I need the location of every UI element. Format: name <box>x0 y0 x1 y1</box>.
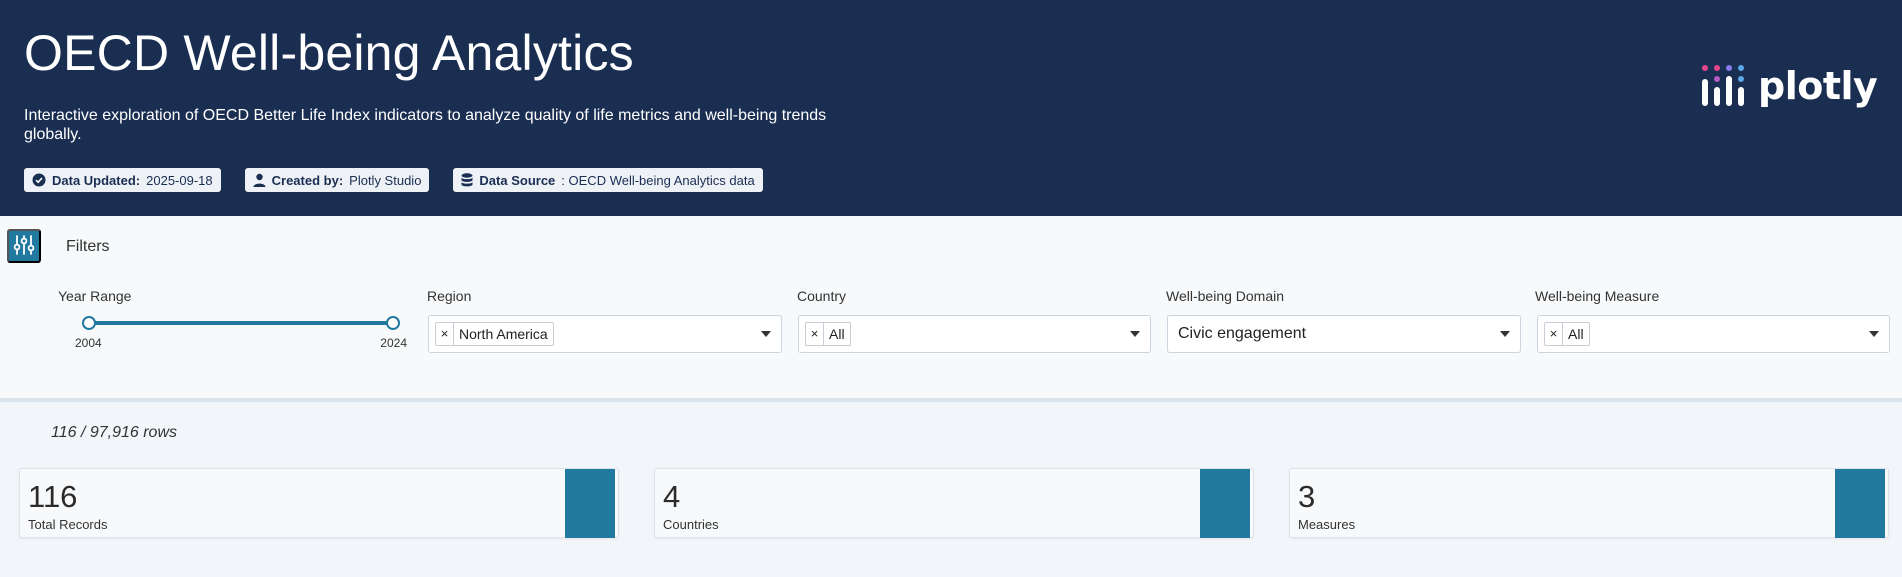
badge-key: Data Updated: <box>52 172 141 188</box>
region-filter: Region <box>427 288 471 304</box>
chip-value: All <box>829 326 845 342</box>
kpi-label: Countries <box>663 517 719 532</box>
measure-dropdown[interactable]: × All <box>1537 315 1890 353</box>
plotly-logo-text: plotly <box>1758 64 1878 108</box>
slider-max-tick: 2024 <box>380 336 407 350</box>
remove-chip-icon[interactable]: × <box>1545 323 1563 345</box>
filters-label: Filters <box>66 238 110 255</box>
filters-toggle-button[interactable] <box>7 229 41 263</box>
created-by-badge: Created by: Plotly Studio <box>244 168 430 192</box>
info-badges: Data Updated: 2025-09-18 Created by: Plo… <box>24 168 763 192</box>
badge-value: 2025-09-18 <box>146 172 213 188</box>
kpi-value: 3 <box>1298 479 1316 514</box>
kpi-accent-bar <box>565 469 615 538</box>
measure-label: Well-being Measure <box>1535 288 1660 304</box>
kpi-label: Total Records <box>28 517 108 532</box>
chevron-down-icon[interactable] <box>1869 331 1879 337</box>
filters-panel: Filters Year Range 2004 2024 Region × No… <box>0 216 1902 402</box>
badge-value: : OECD Well-being Analytics data <box>561 172 755 188</box>
country-label: Country <box>797 288 847 304</box>
domain-selected-value: Civic engagement <box>1178 325 1307 342</box>
data-source-badge: Data Source : OECD Well-being Analytics … <box>453 168 763 192</box>
page-title: OECD Well-being Analytics <box>24 25 634 81</box>
sliders-icon <box>13 234 35 259</box>
year-range-filter: Year Range <box>58 288 131 304</box>
slider-min-tick: 2004 <box>75 336 102 350</box>
kpi-card-total-records: 116 Total Records <box>19 468 619 538</box>
region-chip: × North America <box>435 322 554 346</box>
kpi-accent-bar <box>1200 469 1250 538</box>
measure-filter: Well-being Measure <box>1535 288 1659 304</box>
kpi-card-measures: 3 Measures <box>1289 468 1889 538</box>
chevron-down-icon[interactable] <box>1130 331 1140 337</box>
kpi-label: Measures <box>1298 517 1356 532</box>
kpi-value: 116 <box>28 479 78 514</box>
measure-chip: × All <box>1544 322 1590 346</box>
country-dropdown[interactable]: × All <box>798 315 1151 353</box>
plotly-logo: plotly <box>1702 64 1878 108</box>
database-icon <box>461 173 473 187</box>
domain-dropdown[interactable]: Civic engagement <box>1167 315 1521 353</box>
domain-filter: Well-being Domain <box>1166 288 1284 304</box>
chevron-down-icon[interactable] <box>1500 331 1510 337</box>
remove-chip-icon[interactable]: × <box>806 323 824 345</box>
data-updated-badge: Data Updated: 2025-09-18 <box>24 168 221 192</box>
remove-chip-icon[interactable]: × <box>436 323 454 345</box>
slider-max-handle[interactable] <box>386 316 400 330</box>
kpi-card-countries: 4 Countries <box>654 468 1254 538</box>
slider-min-handle[interactable] <box>82 316 96 330</box>
slider-track[interactable] <box>88 321 394 325</box>
check-circle-icon <box>32 173 46 187</box>
badge-key: Created by: <box>271 172 344 188</box>
kpi-value: 4 <box>663 479 681 514</box>
country-chip: × All <box>805 322 851 346</box>
region-dropdown[interactable]: × North America <box>428 315 782 353</box>
app-header: OECD Well-being Analytics Interactive ex… <box>0 0 1902 216</box>
page-subtitle: Interactive exploration of OECD Better L… <box>24 107 827 143</box>
year-range-slider[interactable]: 2004 2024 <box>75 316 407 360</box>
plotly-logo-icon <box>1702 65 1744 106</box>
badge-key: Data Source <box>479 172 556 188</box>
row-count: 116 / 97,916 rows <box>51 424 178 441</box>
user-icon <box>253 173 266 187</box>
chevron-down-icon[interactable] <box>761 331 771 337</box>
year-range-label: Year Range <box>58 288 132 304</box>
chip-value: All <box>1568 326 1584 342</box>
kpi-accent-bar <box>1835 469 1885 538</box>
badge-value: Plotly Studio <box>349 172 422 188</box>
country-filter: Country <box>797 288 846 304</box>
region-label: Region <box>427 288 472 304</box>
domain-label: Well-being Domain <box>1166 288 1285 304</box>
chip-value: North America <box>459 326 548 342</box>
